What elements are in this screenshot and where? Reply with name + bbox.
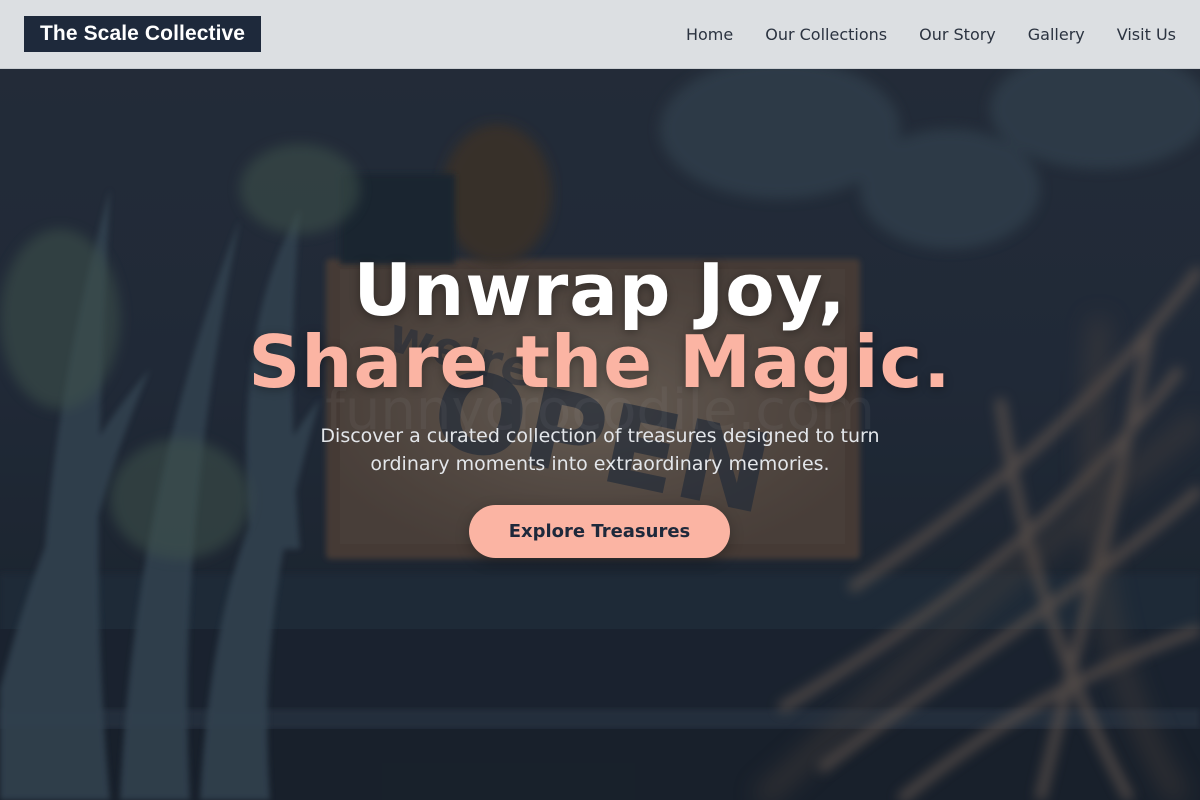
nav-link-visit-us[interactable]: Visit Us: [1117, 25, 1176, 44]
hero-section: OPEN we're funnycrocodile.com Unwrap Joy…: [0, 69, 1200, 800]
nav-link-gallery[interactable]: Gallery: [1028, 25, 1085, 44]
nav-link-home[interactable]: Home: [686, 25, 733, 44]
hero-headline-line2: Share the Magic.: [248, 320, 952, 404]
nav-link-our-story[interactable]: Our Story: [919, 25, 996, 44]
main-nav: Home Our Collections Our Story Gallery V…: [654, 25, 1176, 44]
site-header: The Scale Collective Home Our Collection…: [0, 0, 1200, 69]
explore-treasures-button[interactable]: Explore Treasures: [469, 505, 730, 558]
nav-link-our-collections[interactable]: Our Collections: [765, 25, 887, 44]
hero-headline-line1: Unwrap Joy,: [353, 248, 847, 332]
site-logo[interactable]: The Scale Collective: [24, 16, 262, 52]
hero-subtext: Discover a curated collection of treasur…: [320, 425, 880, 475]
hero-content: Unwrap Joy, Share the Magic. Discover a …: [0, 69, 1200, 800]
